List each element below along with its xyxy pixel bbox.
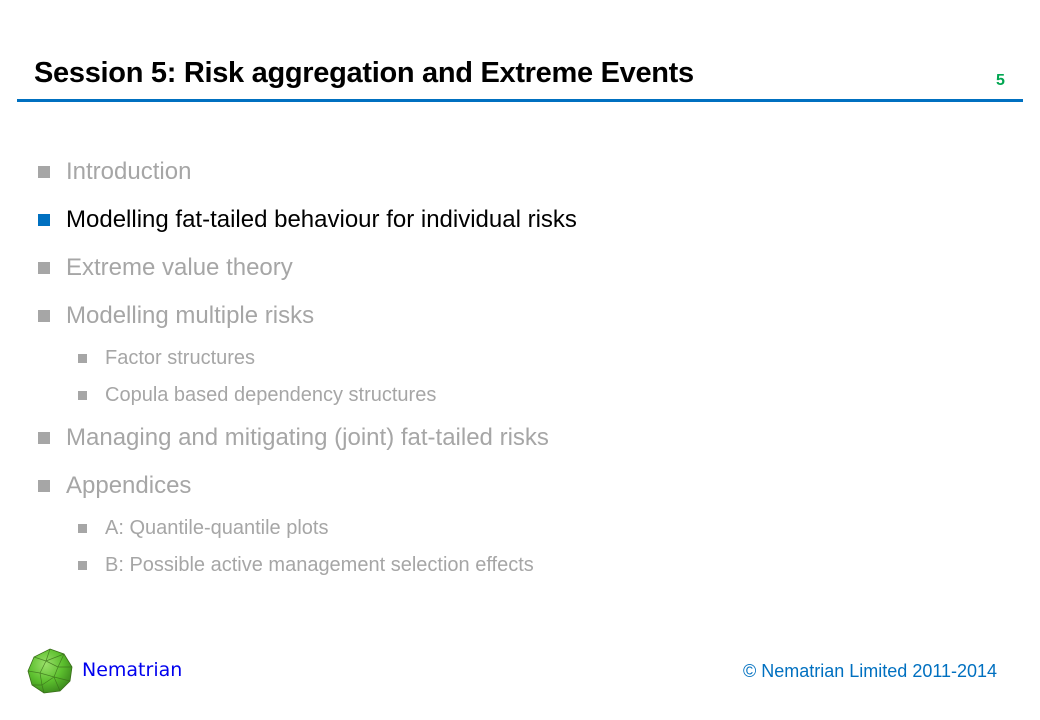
agenda-item-label: Copula based dependency structures: [105, 384, 437, 406]
bullet-square-icon: [38, 214, 50, 226]
copyright-notice: © Nematrian Limited 2011-2014: [743, 661, 998, 681]
brand-name: Nematrian: [82, 659, 183, 681]
agenda-item-appendices: Appendices: [38, 472, 191, 500]
bullet-square-icon: [78, 561, 87, 570]
bullet-square-icon: [78, 391, 87, 400]
agenda-item-label: A: Quantile-quantile plots: [105, 517, 329, 539]
page-number: 5: [996, 72, 1005, 89]
bullet-square-icon: [38, 480, 50, 492]
agenda-subitem-factor-structures: Factor structures: [78, 347, 255, 370]
agenda-item-label: Modelling multiple risks: [66, 302, 315, 329]
geodesic-sphere-icon: [27, 648, 73, 694]
agenda-item-fat-tailed: Modelling fat-tailed behaviour for indiv…: [38, 206, 577, 234]
agenda-item-label: Modelling fat-tailed behaviour for indiv…: [66, 206, 577, 233]
bullet-square-icon: [78, 354, 87, 363]
agenda-item-label: Extreme value theory: [66, 254, 293, 281]
slide-title: Session 5: Risk aggregation and Extreme …: [34, 57, 694, 89]
agenda-item-label: Appendices: [66, 472, 192, 499]
agenda-item-managing-risks: Managing and mitigating (joint) fat-tail…: [38, 424, 549, 452]
agenda-item-label: Introduction: [66, 158, 192, 185]
agenda-item-label: B: Possible active management selection …: [105, 554, 534, 576]
agenda-item-multiple-risks: Modelling multiple risks: [38, 302, 314, 330]
bullet-square-icon: [78, 524, 87, 533]
title-divider: [17, 99, 1023, 102]
bullet-square-icon: [38, 166, 50, 178]
agenda-item-label: Managing and mitigating (joint) fat-tail…: [66, 424, 549, 451]
bullet-square-icon: [38, 262, 50, 274]
bullet-square-icon: [38, 432, 50, 444]
agenda-item-introduction: Introduction: [38, 158, 191, 186]
agenda-item-label: Factor structures: [105, 347, 256, 369]
agenda-subitem-copula: Copula based dependency structures: [78, 384, 436, 407]
agenda-subitem-selection-effects: B: Possible active management selection …: [78, 554, 534, 577]
agenda-subitem-qq-plots: A: Quantile-quantile plots: [78, 517, 328, 540]
agenda-item-extreme-value-theory: Extreme value theory: [38, 254, 293, 282]
bullet-square-icon: [38, 310, 50, 322]
